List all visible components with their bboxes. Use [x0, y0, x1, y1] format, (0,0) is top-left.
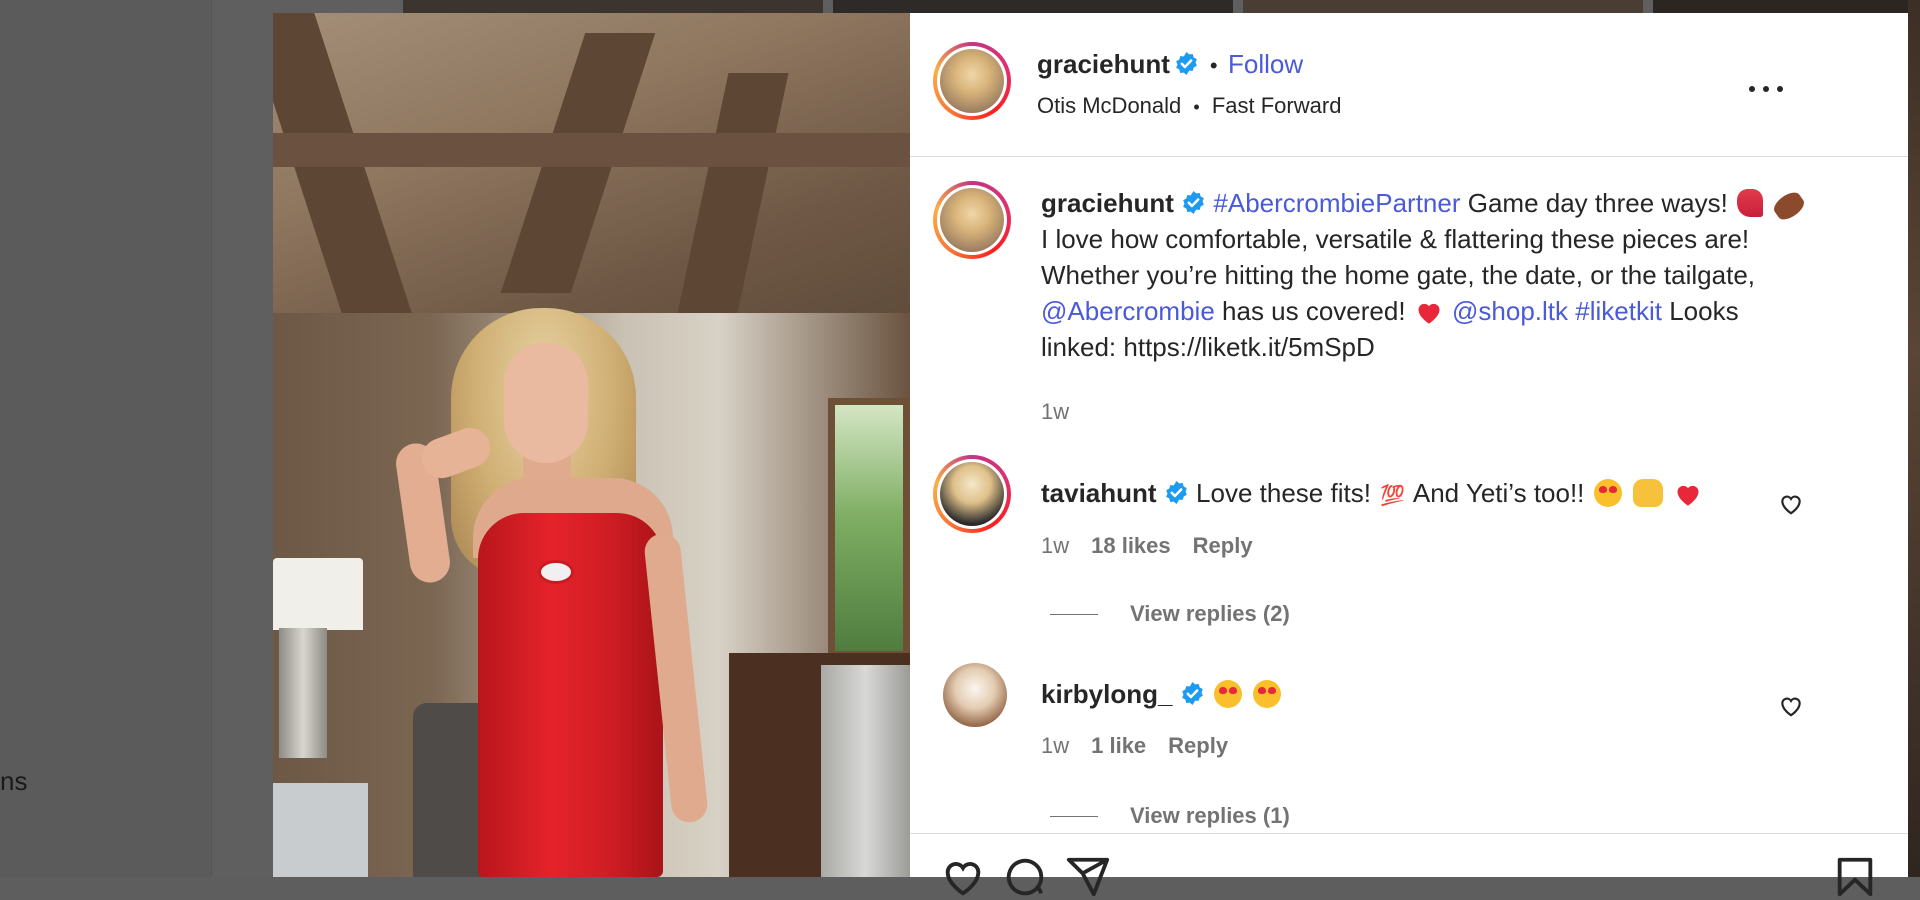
- comment-avatar[interactable]: [933, 455, 1011, 533]
- post-media[interactable]: [273, 13, 910, 877]
- verified-badge-icon: [1183, 191, 1204, 214]
- comment-likes[interactable]: 1 like: [1091, 733, 1146, 758]
- comment-body: taviahunt Love these fits! 💯 And Yeti’s …: [1041, 475, 1704, 514]
- comment-text: And Yeti’s too!!: [1407, 478, 1592, 508]
- reply-button[interactable]: Reply: [1168, 733, 1228, 758]
- background-thumbnail: [403, 0, 823, 14]
- media-lamp: [273, 558, 363, 630]
- share-icon[interactable]: [1065, 854, 1111, 900]
- comment-username[interactable]: kirbylong_: [1041, 679, 1172, 709]
- more-options-icon[interactable]: [1749, 83, 1783, 95]
- background-thumbnail: [1243, 0, 1643, 14]
- author-line: graciehunt • Follow: [1037, 49, 1303, 80]
- hundred-emoji-icon: 💯: [1380, 485, 1406, 507]
- verified-badge-icon: [1176, 52, 1198, 75]
- audio-separator: •: [1193, 97, 1200, 117]
- media-fridge: [821, 665, 910, 877]
- view-replies-button[interactable]: View replies (1): [1050, 803, 1290, 829]
- bookmark-icon[interactable]: [1832, 854, 1878, 900]
- caption-username[interactable]: graciehunt: [1041, 188, 1174, 218]
- heart-eyes-emoji-icon: [1593, 479, 1622, 507]
- post-modal: graciehunt • Follow Otis McDonald • Fast…: [273, 13, 1908, 897]
- view-replies-line: [1050, 815, 1098, 817]
- comment-likes[interactable]: 18 likes: [1091, 533, 1171, 558]
- heart-icon[interactable]: [940, 854, 986, 900]
- post-action-bar: [910, 833, 1908, 897]
- comment-icon[interactable]: [1002, 854, 1048, 900]
- football-emoji-icon: [1770, 188, 1808, 224]
- background-edge: [1908, 0, 1920, 877]
- audio-artist[interactable]: Otis McDonald: [1037, 93, 1181, 118]
- post-side-panel: graciehunt • Follow Otis McDonald • Fast…: [910, 13, 1908, 897]
- media-window: [828, 398, 910, 658]
- audio-track[interactable]: Fast Forward: [1212, 93, 1342, 118]
- caption-text: Looks: [1661, 296, 1739, 326]
- heart-emoji-icon: [1677, 485, 1699, 506]
- caption-avatar[interactable]: [933, 181, 1011, 259]
- verified-badge-icon: [1166, 481, 1187, 504]
- mention-link[interactable]: @shop.ltk: [1452, 296, 1568, 326]
- media-dress-logo: [538, 560, 574, 584]
- heart-emoji-icon: [1418, 303, 1440, 324]
- media-person-face: [504, 343, 588, 463]
- caption-text: I love how comfortable, versatile & flat…: [1041, 224, 1750, 254]
- follow-button[interactable]: Follow: [1228, 49, 1303, 79]
- caption-text: has us covered!: [1214, 296, 1413, 326]
- raised-hands-emoji-icon: [1632, 479, 1663, 507]
- view-replies-line: [1050, 613, 1098, 615]
- comment-timestamp[interactable]: 1w: [1041, 533, 1069, 558]
- view-replies-label: View replies (1): [1130, 803, 1290, 828]
- audio-line[interactable]: Otis McDonald • Fast Forward: [1037, 93, 1341, 119]
- comment-text: Love these fits!: [1196, 478, 1379, 508]
- comment-meta: 1w 1 like Reply: [1041, 733, 1228, 759]
- author-separator: •: [1209, 53, 1218, 78]
- view-replies-button[interactable]: View replies (2): [1050, 601, 1290, 627]
- post-header: graciehunt • Follow Otis McDonald • Fast…: [910, 13, 1908, 157]
- comment-meta: 1w 18 likes Reply: [1041, 533, 1253, 559]
- background-thumbnail: [833, 0, 1233, 14]
- dancer-emoji-icon: [1737, 189, 1764, 217]
- caption-text: Whether you’re hitting the home gate, th…: [1041, 260, 1755, 290]
- caption-timestamp[interactable]: 1w: [1041, 399, 1069, 425]
- caption-text: linked: https://liketk.it/5mSpD: [1041, 332, 1375, 362]
- view-replies-label: View replies (2): [1130, 601, 1290, 626]
- comment-like-heart-icon[interactable]: [1778, 693, 1804, 719]
- media-lamp-base: [279, 628, 327, 758]
- heart-eyes-emoji-icon: [1253, 680, 1282, 708]
- hashtag-link[interactable]: #liketkit: [1575, 296, 1662, 326]
- heart-eyes-emoji-icon: [1213, 680, 1242, 708]
- comment-avatar[interactable]: [943, 663, 1007, 727]
- comment-username[interactable]: taviahunt: [1041, 478, 1157, 508]
- reply-button[interactable]: Reply: [1193, 533, 1253, 558]
- caption-text: Game day three ways!: [1460, 188, 1736, 218]
- media-sofa: [273, 783, 368, 877]
- background-sidebar-label: ns: [0, 766, 28, 796]
- comment-like-heart-icon[interactable]: [1778, 491, 1804, 517]
- hashtag-link[interactable]: #AbercrombiePartner: [1213, 188, 1460, 218]
- comment-timestamp[interactable]: 1w: [1041, 733, 1069, 758]
- author-username[interactable]: graciehunt: [1037, 49, 1170, 79]
- caption: graciehunt #AbercrombiePartner Game day …: [1041, 185, 1871, 365]
- media-beam: [273, 133, 910, 167]
- background-thumbnail: [1653, 0, 1920, 14]
- background-sidebar: ns: [0, 0, 212, 877]
- author-avatar[interactable]: [933, 42, 1011, 120]
- verified-badge-icon: [1181, 682, 1203, 705]
- mention-link[interactable]: @Abercrombie: [1041, 296, 1215, 326]
- comment-body: kirbylong_: [1041, 676, 1283, 712]
